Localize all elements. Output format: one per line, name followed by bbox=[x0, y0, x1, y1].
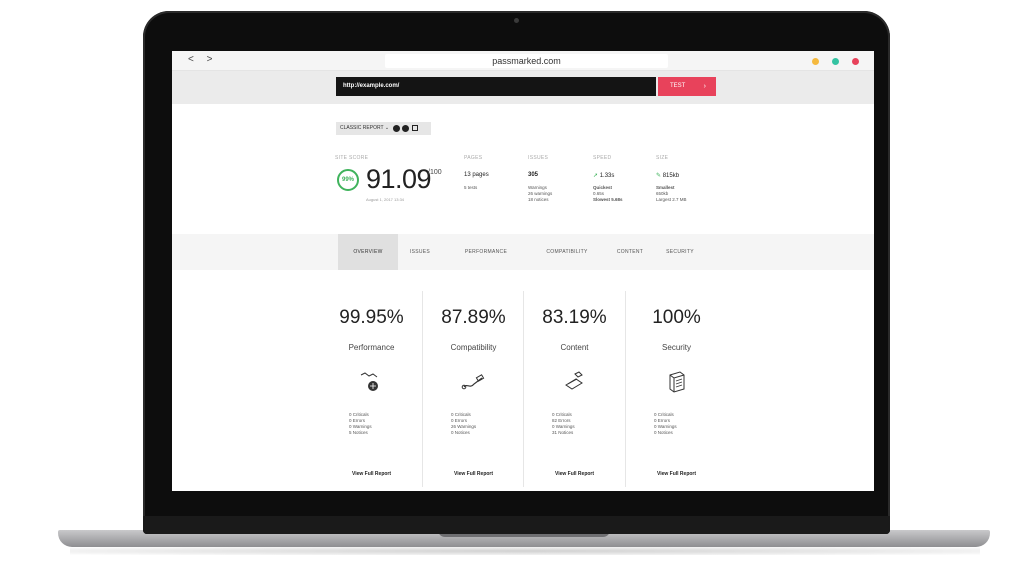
chevron-down-icon: ⌄ bbox=[384, 125, 390, 131]
count-line: 0 Notices bbox=[654, 430, 673, 435]
view-full-report-link[interactable]: View Full Report bbox=[321, 471, 422, 477]
report-tabs: OVERVIEW ISSUES PERFORMANCE COMPATIBILIT… bbox=[172, 234, 874, 270]
compatibility-card: 87.89% Compatibility 0 Criticals 0 Error… bbox=[423, 289, 524, 491]
card-counts: 0 Criticals 82 Errors 0 Warnings 31 Noti… bbox=[552, 412, 602, 436]
score-date: August 1, 2017 13:34 bbox=[366, 197, 405, 202]
speed-label: SPEED bbox=[593, 155, 612, 161]
minimize-dot-icon[interactable] bbox=[812, 58, 819, 65]
laptop-shadow bbox=[70, 547, 980, 555]
speed-sub-line: Slowest 5.68s bbox=[593, 197, 623, 202]
card-counts: 0 Criticals 0 Errors 26 Warnings 0 Notic… bbox=[451, 412, 501, 436]
content-card: 83.19% Content 0 Criticals 82 Errors 0 W… bbox=[524, 289, 625, 491]
info-icon[interactable] bbox=[393, 125, 400, 132]
speed-arrow-icon: ➚ bbox=[593, 173, 599, 179]
security-card: 100% Security 0 Criticals 0 Errors 0 War… bbox=[626, 289, 727, 491]
performance-card: 99.95% Performance 0 Criticals 0 Errors … bbox=[321, 289, 422, 491]
issues-value: 305 bbox=[528, 172, 539, 178]
url-input[interactable] bbox=[336, 77, 656, 96]
tab-performance[interactable]: PERFORMANCE bbox=[450, 234, 522, 270]
card-percent: 83.19% bbox=[542, 307, 607, 328]
site-score-label: SITE SCORE bbox=[335, 155, 369, 161]
nav-arrows[interactable]: < > bbox=[188, 54, 217, 65]
size-sub-line: Largest 2.7 MB bbox=[656, 197, 687, 202]
maximize-dot-icon[interactable] bbox=[832, 58, 839, 65]
close-dot-icon[interactable] bbox=[852, 58, 859, 65]
camera-icon bbox=[514, 18, 519, 23]
pages-label: PAGES bbox=[464, 155, 483, 161]
card-title: Security bbox=[662, 343, 691, 352]
view-full-report-link[interactable]: View Full Report bbox=[626, 471, 727, 477]
laptop-screen: < > passmarked.com TEST › CLASSIC REPORT… bbox=[172, 51, 874, 491]
laptop-chin bbox=[143, 516, 890, 534]
test-button-label: TEST bbox=[670, 83, 686, 89]
card-percent: 87.89% bbox=[441, 307, 506, 328]
report-type-dropdown[interactable]: CLASSIC REPORT ⌄ bbox=[336, 122, 431, 135]
issues-sub: Warnings 26 warnings 18 notices bbox=[528, 185, 552, 203]
pages-value: 13 pages bbox=[464, 172, 489, 178]
tab-overview[interactable]: OVERVIEW bbox=[338, 234, 398, 270]
count-line: 0 Notices bbox=[451, 430, 470, 435]
card-title: Content bbox=[560, 343, 589, 352]
browser-address-title[interactable]: passmarked.com bbox=[385, 54, 668, 68]
speed-value: 1.33s bbox=[599, 173, 615, 179]
speed-row: ➚ 1.33s bbox=[593, 172, 614, 179]
settings-icon[interactable] bbox=[402, 125, 409, 132]
size-sub: Smallest 650kb Largest 2.7 MB bbox=[656, 185, 687, 203]
external-link-icon[interactable] bbox=[412, 125, 418, 131]
issues-sub-line: 18 notices bbox=[528, 197, 549, 202]
issues-label: ISSUES bbox=[528, 155, 549, 161]
card-percent: 99.95% bbox=[339, 307, 404, 328]
security-icon bbox=[669, 371, 685, 393]
speed-sub: Quickest 0.65s Slowest 5.68s bbox=[593, 185, 623, 203]
tab-security[interactable]: SECURITY bbox=[658, 234, 702, 270]
test-button[interactable]: TEST › bbox=[658, 77, 716, 96]
site-score-max: /100 bbox=[428, 169, 442, 176]
card-counts: 0 Criticals 0 Errors 0 Warnings 5 Notice… bbox=[349, 412, 399, 436]
card-counts: 0 Criticals 0 Errors 0 Warnings 0 Notice… bbox=[654, 412, 704, 436]
browser-toolbar: < > passmarked.com bbox=[172, 51, 874, 71]
card-title: Performance bbox=[348, 343, 395, 352]
feather-icon: ✎ bbox=[656, 173, 662, 179]
tab-content[interactable]: CONTENT bbox=[610, 234, 650, 270]
tab-compatibility[interactable]: COMPATIBILITY bbox=[530, 234, 604, 270]
content-icon bbox=[565, 371, 583, 390]
card-percent: 100% bbox=[652, 307, 701, 328]
score-badge: 99% bbox=[337, 169, 359, 191]
tab-issues[interactable]: ISSUES bbox=[402, 234, 438, 270]
chevron-right-icon: › bbox=[703, 83, 706, 90]
compatibility-icon bbox=[461, 374, 485, 390]
size-value: 815kb bbox=[662, 173, 680, 179]
view-full-report-link[interactable]: View Full Report bbox=[524, 471, 625, 477]
pages-sub: 5 tests bbox=[464, 185, 478, 190]
card-title: Compatibility bbox=[450, 343, 497, 352]
count-line: 5 Notices bbox=[349, 430, 368, 435]
size-row: ✎ 815kb bbox=[656, 172, 679, 179]
report-type-label: CLASSIC REPORT bbox=[340, 125, 384, 131]
performance-icon bbox=[360, 372, 378, 391]
test-bar: TEST › bbox=[172, 71, 874, 104]
view-full-report-link[interactable]: View Full Report bbox=[423, 471, 524, 477]
laptop-lid: < > passmarked.com TEST › CLASSIC REPORT… bbox=[143, 11, 890, 534]
count-line: 31 Notices bbox=[552, 430, 574, 435]
site-score-value: 91.09 bbox=[366, 164, 432, 194]
size-label: SIZE bbox=[656, 155, 669, 161]
